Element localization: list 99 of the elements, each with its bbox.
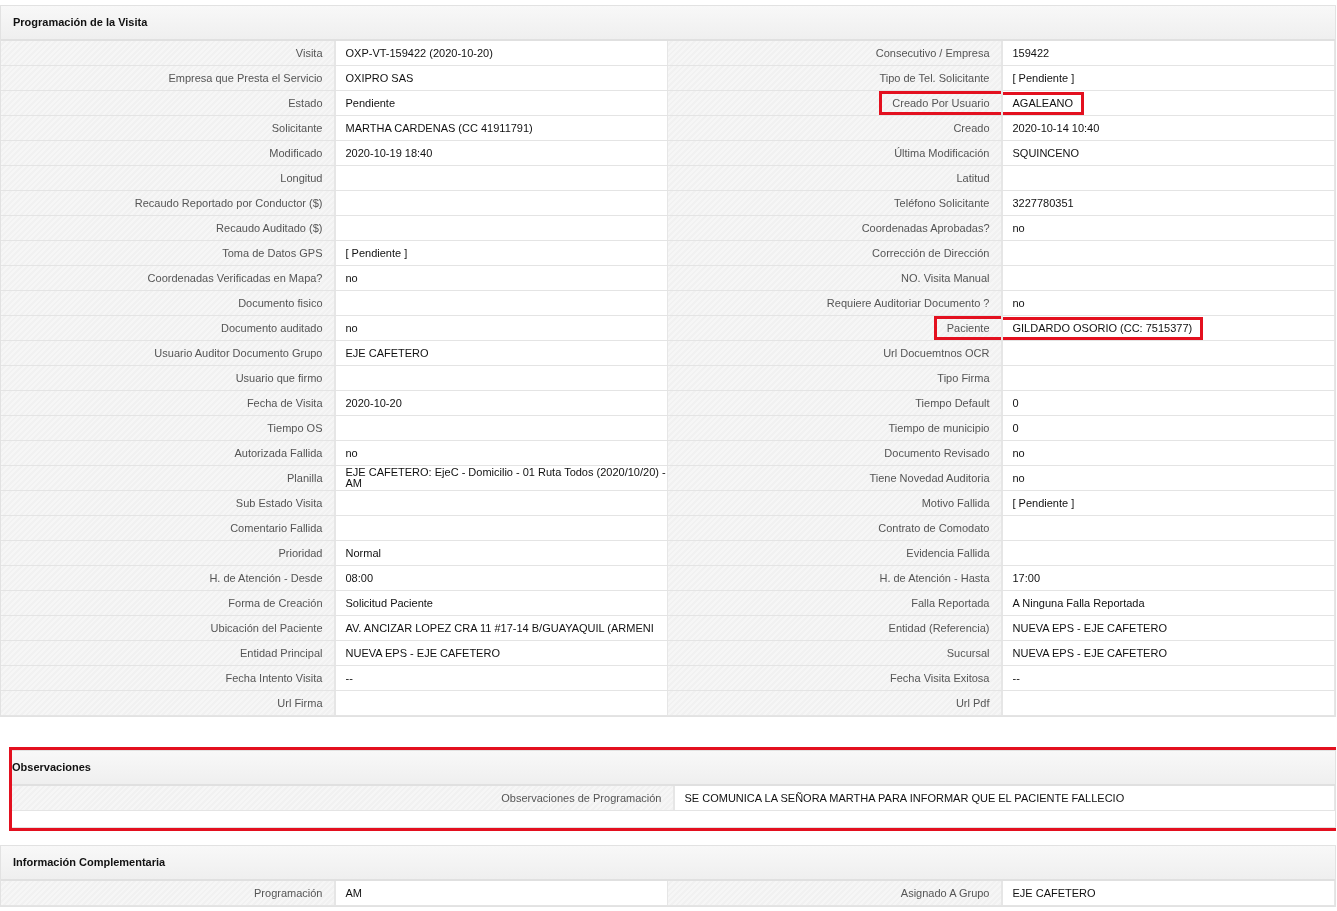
field-label: H. de Atención - Hasta [879,572,990,584]
field-label: Corrección de Dirección [872,247,990,259]
field-value: 2020-10-14 10:40 [1012,122,1100,134]
field-value: 2020-10-19 18:40 [345,147,433,159]
field-label: Forma de Creación [228,597,323,609]
field-value: EJE CAFETERO: EjeC - Domicilio - 01 Ruta Todos (2020/10/20) - AM [345,467,667,489]
field-label: Fecha Intento Visita [225,672,323,684]
field-value: no [1012,472,1025,484]
field-label: Asignado A Grupo [900,887,990,899]
field-label: Tiempo de municipio [888,422,990,434]
section-title: Observaciones [12,751,1335,786]
field-value: A Ninguna Falla Reportada [1012,597,1145,609]
field-value: Solicitud Paciente [345,597,433,609]
field-value: -- [1012,672,1020,684]
field-value: MARTHA CARDENAS (CC 41911791) [345,122,533,134]
field-label: Modificado [269,147,323,159]
field-label: Comentario Fallida [230,522,323,534]
field-label: Recaudo Reportado por Conductor ($) [134,197,323,209]
field-label: Ubicación del Paciente [210,622,323,634]
field-label: Latitud [956,172,990,184]
field-label: Url Pdf [955,697,990,709]
field-label: Tiempo Default [915,397,990,409]
field-label: Estado [288,97,323,109]
field-value: SQUINCENO [1012,147,1080,159]
field-value: 17:00 [1012,572,1041,584]
field-label: Autorizada Fallida [234,447,323,459]
field-label: Tipo de Tel. Solicitante [879,72,990,84]
field-value: 08:00 [345,572,374,584]
field-label: Empresa que Presta el Servicio [168,72,323,84]
field-value: EJE CAFETERO [345,347,429,359]
field-label: Coordenadas Verificadas en Mapa? [147,272,323,284]
field-value: no [1012,222,1025,234]
section-title: Programación de la Visita [1,6,1335,41]
field-label: Url Firma [277,697,323,709]
field-value: 159422 [1012,47,1050,59]
field-label: Documento auditado [221,322,323,334]
field-value: no [345,322,358,334]
field-value: AGALEANO [1002,91,1085,115]
field-value: 0 [1012,422,1019,434]
field-label: Programación [254,887,323,899]
field-label: Contrato de Comodato [878,522,990,534]
field-label: Visita [295,47,323,59]
field-label: Tiempo OS [267,422,323,434]
field-label: Fecha de Visita [246,397,323,409]
field-value: -- [345,672,353,684]
field-value: NUEVA EPS - EJE CAFETERO [1012,622,1167,634]
field-label: Tiene Novedad Auditoria [869,472,990,484]
field-label: Usuario que firmo [235,372,323,384]
field-value: AM [345,887,362,899]
section-title: Información Complementaria [1,846,1335,881]
field-label: Requiere Auditoriar Documento ? [826,297,990,309]
field-value: 3227780351 [1012,197,1074,209]
field-value: 2020-10-20 [345,397,402,409]
field-label: Última Modificación [894,147,990,159]
field-value: OXIPRO SAS [345,72,414,84]
field-label: Documento fisico [238,297,323,309]
field-label: Observaciones de Programación [501,792,662,804]
field-value: NUEVA EPS - EJE CAFETERO [1012,647,1167,659]
field-value: SE COMUNICA LA SEÑORA MARTHA PARA INFORMAR QUE EL PACIENTE FALLECIO [684,792,1125,804]
field-value: AV. ANCIZAR LOPEZ CRA 11 #17-14 B/GUAYAQUIL (ARMENI [345,622,654,634]
field-label: Falla Reportada [911,597,990,609]
field-label: Usuario Auditor Documento Grupo [154,347,323,359]
field-value: no [1012,447,1025,459]
field-value: EJE CAFETERO [1012,887,1096,899]
field-label: Solicitante [271,122,323,134]
field-label: Teléfono Solicitante [894,197,990,209]
field-value: GILDARDO OSORIO (CC: 7515377) [1002,316,1204,340]
field-value: [ Pendiente ] [345,247,408,259]
field-label: Prioridad [278,547,323,559]
field-label: Entidad Principal [239,647,323,659]
field-value: OXP-VT-159422 (2020-10-20) [345,47,493,59]
field-label: NO. Visita Manual [901,272,990,284]
field-label: Sub Estado Visita [235,497,323,509]
field-value: no [345,272,358,284]
field-label: Evidencia Fallida [906,547,990,559]
field-label: Creado [953,122,990,134]
field-label: Motivo Fallida [921,497,990,509]
field-label: Coordenadas Aprobadas? [861,222,990,234]
field-label: Recaudo Auditado ($) [216,222,323,234]
field-label: H. de Atención - Desde [209,572,323,584]
field-label: Planilla [287,472,323,484]
field-label: Consecutivo / Empresa [875,47,990,59]
field-label: Creado Por Usuario [879,91,1001,115]
field-label: Toma de Datos GPS [222,247,323,259]
field-label: Entidad (Referencia) [888,622,990,634]
field-value: [ Pendiente ] [1012,72,1075,84]
field-label: Longitud [280,172,323,184]
field-value: 0 [1012,397,1019,409]
field-value: no [1012,297,1025,309]
field-value: [ Pendiente ] [1012,497,1075,509]
field-label: Fecha Visita Exitosa [890,672,990,684]
field-value: Pendiente [345,97,396,109]
field-value: no [345,447,358,459]
field-value: Normal [345,547,381,559]
field-label: Tipo Firma [937,372,990,384]
field-value: NUEVA EPS - EJE CAFETERO [345,647,500,659]
field-label: Documento Revisado [884,447,990,459]
field-label: Sucursal [946,647,990,659]
field-label: Url Docuemtnos OCR [883,347,990,359]
